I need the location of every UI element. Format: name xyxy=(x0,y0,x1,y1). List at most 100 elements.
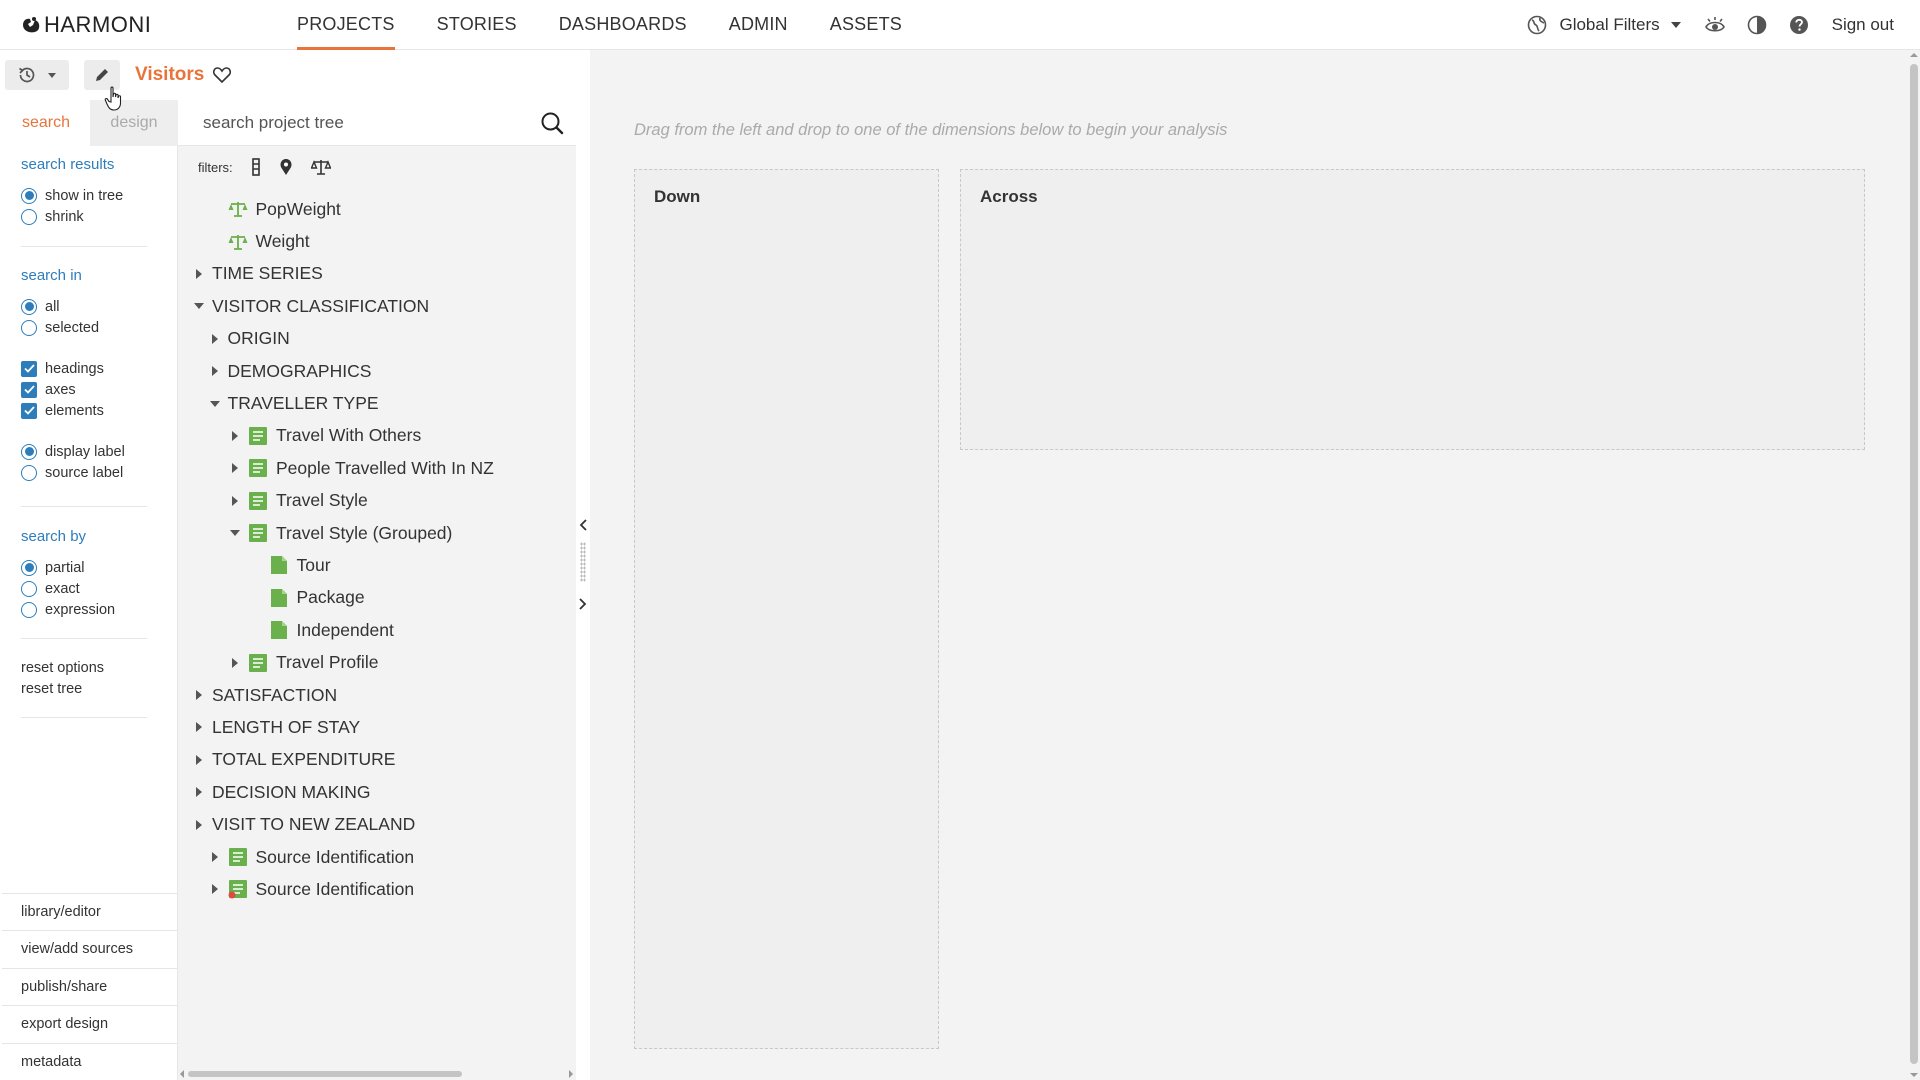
tree-node[interactable]: TRAVELLER TYPE xyxy=(178,387,576,419)
tree-node[interactable]: DECISION MAKING xyxy=(178,776,576,808)
expand-triangle-icon[interactable] xyxy=(210,884,220,895)
expand-triangle-icon[interactable] xyxy=(230,430,240,441)
radio-checked[interactable] xyxy=(21,298,37,315)
search-icon[interactable] xyxy=(540,111,564,135)
option-exact[interactable]: exact xyxy=(21,578,115,599)
expand-triangle-icon[interactable] xyxy=(230,495,240,506)
panel-resize-handle[interactable] xyxy=(580,542,586,582)
option-display-label[interactable]: display label xyxy=(21,441,125,462)
across-drop-zone[interactable]: Across xyxy=(960,169,1865,450)
expand-triangle-icon[interactable] xyxy=(194,819,204,830)
expand-triangle-icon[interactable] xyxy=(194,268,204,279)
expand-triangle-icon[interactable] xyxy=(194,690,204,701)
expand-triangle-icon[interactable] xyxy=(230,463,240,474)
tree-node[interactable]: Package xyxy=(178,582,576,614)
tree-node[interactable]: People Travelled With In NZ xyxy=(178,452,576,484)
tree-node[interactable]: Source Identification xyxy=(178,873,576,905)
expand-panel-button[interactable] xyxy=(576,594,590,614)
radio-checked[interactable] xyxy=(21,559,37,576)
tree-node[interactable]: DEMOGRAPHICS xyxy=(178,355,576,387)
nav-projects[interactable]: PROJECTS xyxy=(276,0,416,50)
down-drop-zone[interactable]: Down xyxy=(634,169,939,1049)
sign-out-link[interactable]: Sign out xyxy=(1832,15,1894,35)
tree-horizontal-scrollbar[interactable] xyxy=(178,1066,576,1080)
nav-admin[interactable]: ADMIN xyxy=(708,0,809,50)
checkbox-checked[interactable] xyxy=(21,360,37,377)
expand-triangle-icon[interactable] xyxy=(210,852,220,862)
publish-share-link[interactable]: publish/share xyxy=(2,967,178,1006)
theme-toggle-button[interactable] xyxy=(1746,14,1768,36)
tree-node[interactable]: VISIT TO NEW ZEALAND xyxy=(178,808,576,840)
option-all[interactable]: all xyxy=(21,296,125,317)
collapse-triangle-icon[interactable] xyxy=(194,301,204,311)
history-button[interactable] xyxy=(5,60,69,90)
option-show-in-tree[interactable]: show in tree xyxy=(21,185,123,206)
reset-options-link[interactable]: reset options xyxy=(21,657,104,678)
page-vertical-scrollbar[interactable] xyxy=(1908,50,1920,1080)
expand-triangle-icon[interactable] xyxy=(230,657,240,668)
filter-location-button[interactable] xyxy=(279,158,293,176)
nav-assets[interactable]: ASSETS xyxy=(809,0,923,50)
option-partial[interactable]: partial xyxy=(21,557,115,578)
tree-node[interactable]: Weight xyxy=(178,225,576,257)
expand-triangle-icon[interactable] xyxy=(194,722,204,733)
tab-search[interactable]: search xyxy=(2,100,90,146)
radio-unchecked[interactable] xyxy=(21,464,37,481)
collapse-panel-button[interactable] xyxy=(576,515,590,535)
scroll-up-icon[interactable] xyxy=(1910,52,1918,58)
nav-dashboards[interactable]: DASHBOARDS xyxy=(538,0,708,50)
collapse-triangle-icon[interactable] xyxy=(209,399,220,409)
checkbox-checked[interactable] xyxy=(21,402,37,419)
option-expression[interactable]: expression xyxy=(21,599,115,620)
collapse-triangle-icon[interactable] xyxy=(230,528,240,538)
tree-node[interactable]: Travel Style xyxy=(178,485,576,517)
radio-checked[interactable] xyxy=(21,187,37,204)
tree-node[interactable]: VISITOR CLASSIFICATION xyxy=(178,290,576,322)
library-editor-link[interactable]: library/editor xyxy=(2,892,178,931)
tree-node[interactable]: TIME SERIES xyxy=(178,258,576,290)
expand-triangle-icon[interactable] xyxy=(210,333,220,344)
radio-unchecked[interactable] xyxy=(21,580,37,597)
tree-node[interactable]: ORIGIN xyxy=(178,323,576,355)
radio-unchecked[interactable] xyxy=(21,208,37,225)
help-button[interactable] xyxy=(1788,14,1810,36)
expand-triangle-icon[interactable] xyxy=(194,787,204,798)
expand-triangle-icon[interactable] xyxy=(194,754,204,765)
scrollbar-thumb[interactable] xyxy=(1910,64,1918,1064)
checkbox-checked[interactable] xyxy=(21,381,37,398)
harmoni-logo[interactable]: HARMONI xyxy=(20,12,276,38)
option-axes[interactable]: axes xyxy=(21,379,125,400)
tree-node[interactable]: PopWeight xyxy=(178,193,576,225)
tree-node[interactable]: Independent xyxy=(178,614,576,646)
tree-node[interactable]: Travel Style (Grouped) xyxy=(178,517,576,549)
global-filters-button[interactable]: Global Filters xyxy=(1527,15,1681,35)
scroll-right-icon[interactable] xyxy=(568,1070,573,1078)
tree-node[interactable]: TOTAL EXPENDITURE xyxy=(178,744,576,776)
radio-checked[interactable] xyxy=(21,443,37,460)
tree-search-input[interactable] xyxy=(203,112,533,133)
reset-tree-link[interactable]: reset tree xyxy=(21,678,104,699)
tree-node[interactable]: SATISFACTION xyxy=(178,679,576,711)
option-shrink[interactable]: shrink xyxy=(21,206,123,227)
filter-variables-button[interactable] xyxy=(251,158,261,176)
tree-node[interactable]: LENGTH OF STAY xyxy=(178,711,576,743)
option-source-label[interactable]: source label xyxy=(21,462,125,483)
expand-triangle-icon[interactable] xyxy=(210,366,220,377)
scrollbar-thumb[interactable] xyxy=(188,1071,462,1077)
scroll-down-icon[interactable] xyxy=(1910,1072,1918,1078)
filter-weights-button[interactable] xyxy=(310,158,331,176)
export-design-link[interactable]: export design xyxy=(2,1005,178,1043)
radio-unchecked[interactable] xyxy=(21,601,37,618)
favorite-heart-icon[interactable] xyxy=(212,65,232,85)
nav-stories[interactable]: STORIES xyxy=(416,0,538,50)
option-headings[interactable]: headings xyxy=(21,358,125,379)
view-add-sources-link[interactable]: view/add sources xyxy=(2,930,178,968)
tree-node[interactable]: Travel Profile xyxy=(178,646,576,678)
option-selected[interactable]: selected xyxy=(21,317,125,338)
option-elements[interactable]: elements xyxy=(21,400,125,421)
tree-node[interactable]: Travel With Others xyxy=(178,420,576,452)
radio-unchecked[interactable] xyxy=(21,319,37,336)
metadata-link[interactable]: metadata xyxy=(2,1042,178,1080)
tree-node[interactable]: Source Identification xyxy=(178,841,576,873)
preview-button[interactable] xyxy=(1704,14,1726,36)
